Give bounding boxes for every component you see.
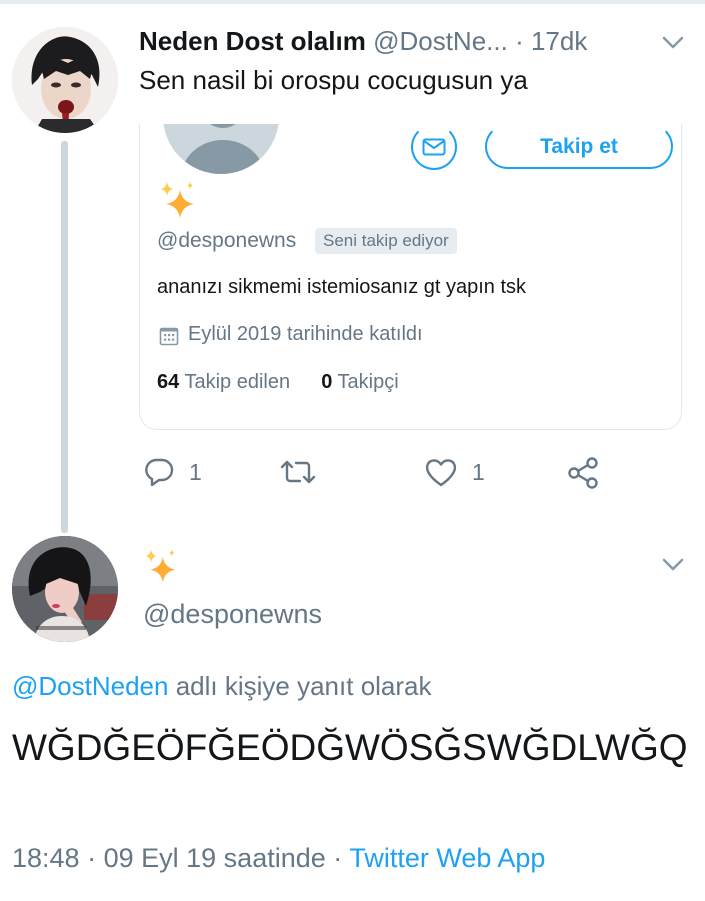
meta-separator: ·	[87, 843, 97, 873]
top-divider	[0, 0, 705, 4]
tweet-detail-screen: Neden Dost olalım @DostNe... · 17dk Sen …	[0, 0, 705, 901]
reply-author-handle[interactable]: @desponewns	[143, 599, 322, 630]
following-count: 64	[157, 371, 180, 393]
parent-tweet-header: Neden Dost olalım @DostNe... · 17dk	[139, 26, 587, 57]
share-icon	[568, 457, 598, 489]
parent-tweet-time[interactable]: 17dk	[531, 26, 587, 56]
tweet-source[interactable]: Twitter Web App	[349, 843, 545, 873]
sparkles-icon	[161, 182, 194, 218]
card-handle[interactable]: @desponewns	[157, 229, 296, 253]
parent-author-handle[interactable]: @DostNe...	[373, 26, 508, 56]
follows-you-badge: Seni takip ediyor	[315, 228, 457, 254]
followers-label: Takipçi	[337, 371, 399, 393]
following-label: Takip edilen	[184, 371, 291, 393]
message-button[interactable]	[411, 124, 457, 170]
chevron-down-icon[interactable]	[662, 36, 684, 50]
follow-button[interactable]: Takip et	[485, 124, 673, 169]
retweet-action[interactable]	[280, 456, 330, 488]
reply-action[interactable]: 1	[143, 456, 202, 488]
heart-icon	[425, 459, 457, 487]
card-bio: ananızı sikmemi istemiosanız gt yapın ts…	[157, 276, 527, 298]
tweet-time[interactable]: 18:48	[12, 843, 80, 873]
reply-count: 1	[189, 458, 202, 485]
chevron-down-icon[interactable]	[662, 558, 684, 572]
tweet-date[interactable]: 09 Eyl 19 saatinde	[104, 843, 326, 873]
thread-connector-line	[61, 141, 68, 533]
retweet-icon	[280, 460, 316, 484]
sparkles-icon	[145, 549, 176, 583]
following-stat[interactable]: 64 Takip edilen	[157, 371, 296, 393]
default-avatar-icon	[163, 124, 279, 174]
replying-to-suffix: adlı kişiye yanıt olarak	[175, 671, 432, 701]
parent-author-name[interactable]: Neden Dost olalım	[139, 26, 366, 56]
follow-stats: 64 Takip edilen 0 Takipçi	[157, 371, 399, 394]
tweet-meta: 18:48 · 09 Eyl 19 saatinde · Twitter Web…	[12, 843, 545, 874]
replying-to-line: @DostNeden adlı kişiye yanıt olarak	[12, 671, 432, 702]
share-action[interactable]	[566, 456, 600, 490]
card-profile-avatar[interactable]	[161, 124, 281, 176]
like-count: 1	[472, 458, 485, 485]
joined-date: Eylül 2019 tarihinde katıldı	[188, 323, 423, 345]
reply-tweet-text: WĞDĞEÖFĞEÖDĞWÖSĞSWĞDLWĞQ	[12, 727, 688, 768]
parent-tweet-text: Sen nasil bi orospu cocugusun ya	[139, 65, 528, 95]
meta-separator: ·	[333, 843, 343, 873]
like-action[interactable]: 1	[424, 456, 485, 488]
replying-to-mention[interactable]: @DostNeden	[12, 671, 168, 701]
followers-count: 0	[321, 371, 333, 393]
reply-author-avatar[interactable]	[12, 536, 118, 642]
parent-author-avatar[interactable]	[12, 27, 118, 133]
envelope-icon	[422, 138, 446, 156]
reply-bubble-icon	[145, 458, 174, 487]
header-separator: ·	[515, 26, 524, 56]
calendar-icon	[159, 327, 179, 346]
embedded-profile-card[interactable]: Takip et @desponewns Seni takip ediyor a…	[139, 124, 682, 430]
followers-stat[interactable]: 0 Takipçi	[321, 371, 398, 393]
